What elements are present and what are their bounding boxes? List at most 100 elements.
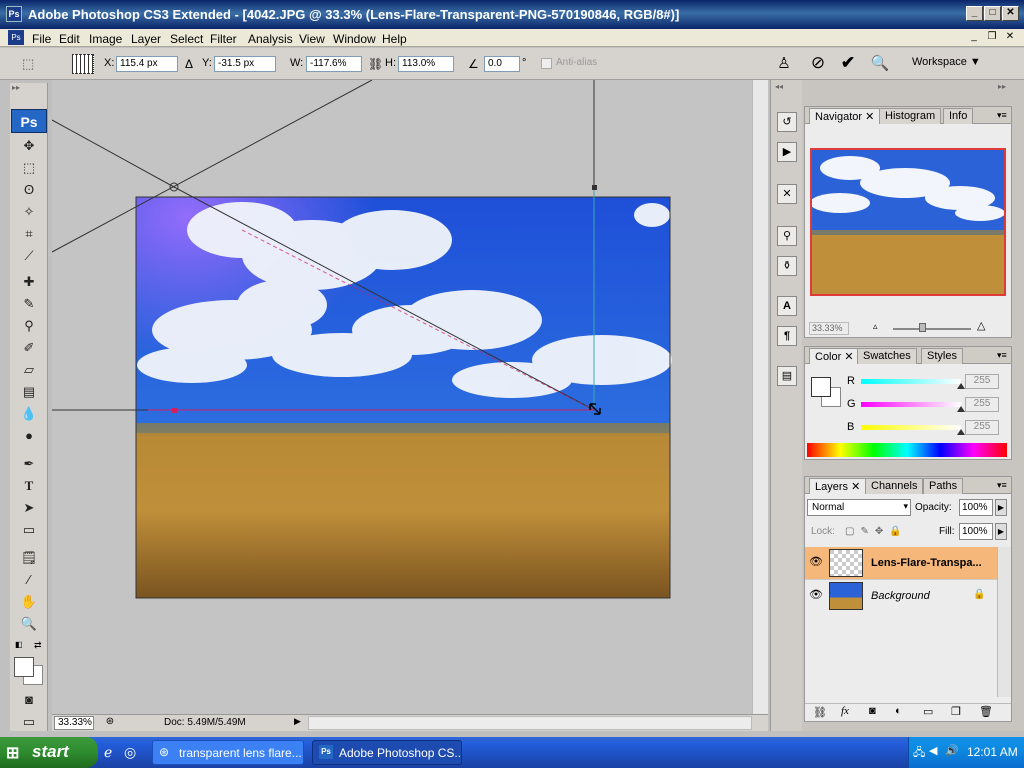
b-slider-thumb-icon[interactable] (957, 429, 965, 435)
swap-colors-icon[interactable]: ⇄ (34, 640, 44, 650)
zoom-slider[interactable] (893, 328, 971, 330)
menu-layer[interactable]: Layer (131, 32, 161, 46)
network-icon[interactable]: 🖧 (913, 744, 925, 763)
notes-tool-icon[interactable]: 🗒 (18, 549, 40, 567)
navigator-thumbnail[interactable] (810, 148, 1006, 296)
antialias-checkbox[interactable] (541, 58, 552, 69)
paragraph-panel-icon[interactable]: ¶ (777, 326, 797, 346)
tab-color[interactable]: Color ✕ (809, 348, 860, 364)
menu-image[interactable]: Image (89, 32, 122, 46)
b-slider[interactable] (861, 425, 961, 430)
path-selection-tool-icon[interactable]: ➤ (18, 499, 40, 517)
g-value[interactable]: 255 (965, 397, 999, 412)
taskbar-item-photoshop[interactable]: Ps Adobe Photoshop CS... (312, 740, 462, 765)
doc-restore-icon[interactable]: ❐ (984, 31, 1000, 45)
eraser-tool-icon[interactable]: ▱ (18, 361, 40, 379)
menu-view[interactable]: View (299, 32, 325, 46)
canvas-area[interactable] (52, 80, 752, 714)
y-field[interactable]: -31.5 px (214, 56, 276, 72)
x-field[interactable]: 115.4 px (116, 56, 178, 72)
navigator-zoom[interactable]: 33.33% (809, 322, 849, 335)
g-slider[interactable] (861, 402, 961, 407)
panels-grip-icon[interactable]: ▸▸ (998, 82, 1006, 91)
zoom-out-icon[interactable]: ▵ (873, 321, 878, 332)
toolbox-grip-icon[interactable]: ▸▸ (10, 83, 48, 93)
commit-transform-icon[interactable]: ✔ (838, 53, 858, 73)
g-slider-thumb-icon[interactable] (957, 406, 965, 412)
menu-edit[interactable]: Edit (59, 32, 80, 46)
menu-help[interactable]: Help (382, 32, 407, 46)
color-foreground-swatch[interactable] (811, 377, 831, 397)
tab-paths[interactable]: Paths (923, 478, 964, 494)
type-tool-icon[interactable]: T (18, 477, 40, 495)
tab-channels[interactable]: Channels (865, 478, 924, 494)
cancel-transform-icon[interactable]: ⊘ (808, 53, 828, 73)
volume-icon[interactable]: 🔊 (945, 744, 959, 757)
color-spectrum-bar[interactable] (807, 443, 1007, 457)
tray-expand-icon[interactable]: ◀ (929, 744, 937, 757)
character-panel-icon[interactable]: A (777, 296, 797, 316)
visibility-eye-icon[interactable]: 👁 (809, 588, 823, 601)
adjustment-layer-icon[interactable]: ◐ (895, 705, 902, 717)
fill-field[interactable]: 100% (959, 523, 993, 540)
minimize-button[interactable]: _ (966, 6, 983, 21)
zoom-tool-icon[interactable]: 🔍 (18, 615, 40, 633)
h-field[interactable]: 113.0% (398, 56, 454, 72)
visibility-eye-icon[interactable]: 👁 (809, 555, 823, 568)
layer-name[interactable]: Lens-Flare-Transpa... (871, 557, 982, 569)
tab-swatches[interactable]: Swatches (857, 348, 917, 364)
workspace-button[interactable]: Workspace ▼ (904, 54, 982, 72)
vertical-scrollbar[interactable] (752, 80, 768, 714)
layer-row-background[interactable]: 👁 Background 🔒 (805, 579, 997, 611)
layer-mask-icon[interactable]: ◙ (869, 705, 876, 717)
new-layer-icon[interactable]: ❐ (951, 705, 961, 718)
lasso-tool-icon[interactable]: ʘ (18, 181, 40, 199)
panel-menu-icon[interactable]: ▾≡ (997, 110, 1007, 121)
r-slider-thumb-icon[interactable] (957, 383, 965, 389)
crop-tool-icon[interactable]: ⌗ (18, 225, 40, 243)
dodge-tool-icon[interactable]: ● (18, 427, 40, 445)
doc-minimize-icon[interactable]: _ (966, 31, 982, 45)
zoom-in-icon[interactable]: △ (977, 319, 985, 332)
blur-tool-icon[interactable]: 💧 (18, 405, 40, 423)
quick-mask-icon[interactable]: ◙ (18, 691, 40, 709)
move-tool-icon[interactable]: ✥ (18, 137, 40, 155)
brushes-panel-icon[interactable]: ⚲ (777, 226, 797, 246)
eyedropper-tool-icon[interactable]: ⁄ (18, 571, 40, 589)
media-icon[interactable]: ◎ (124, 744, 136, 761)
fill-arrow-icon[interactable]: ▶ (995, 523, 1007, 540)
menu-filter[interactable]: Filter (210, 32, 237, 46)
doc-close-icon[interactable]: ✕ (1002, 31, 1018, 45)
screen-mode-icon[interactable]: ▭ (18, 713, 40, 731)
tab-styles[interactable]: Styles (921, 348, 963, 364)
tab-histogram[interactable]: Histogram (879, 108, 942, 124)
layer-comps-icon[interactable]: ▤ (777, 366, 797, 386)
marquee-tool-icon[interactable]: ⬚ (18, 159, 40, 177)
tab-layers[interactable]: Layers ✕ (809, 478, 867, 494)
healing-brush-tool-icon[interactable]: ✚ (18, 273, 40, 291)
color-panel-menu-icon[interactable]: ▾≡ (997, 350, 1007, 361)
status-options-icon[interactable]: ⊛ (102, 716, 118, 730)
layers-scrollbar[interactable] (997, 547, 1011, 697)
link-icon[interactable]: ⛓ (368, 57, 383, 71)
foreground-color-swatch[interactable] (14, 657, 34, 677)
gradient-tool-icon[interactable]: ▤ (18, 383, 40, 401)
magic-wand-tool-icon[interactable]: ✧ (18, 203, 40, 221)
document-canvas[interactable] (52, 80, 752, 714)
opacity-field[interactable]: 100% (959, 499, 993, 516)
status-menu-arrow-icon[interactable]: ▶ (294, 716, 306, 730)
ps-logo[interactable]: Ps (11, 109, 47, 133)
reference-point-icon[interactable] (72, 54, 94, 74)
w-field[interactable]: -117.6% (306, 56, 362, 72)
taskbar-item-browser[interactable]: ⊛ transparent lens flare... (152, 740, 304, 765)
transform-tool-icon[interactable]: ⬚ (22, 56, 42, 72)
pen-tool-icon[interactable]: ✒ (18, 455, 40, 473)
new-group-icon[interactable]: ▭ (923, 705, 933, 718)
maximize-button[interactable]: □ (984, 6, 1001, 21)
slice-tool-icon[interactable]: ⟋ (18, 247, 40, 265)
horizontal-scrollbar[interactable] (308, 716, 752, 730)
menu-select[interactable]: Select (170, 32, 203, 46)
angle-field[interactable]: 0.0 (484, 56, 520, 72)
r-slider[interactable] (861, 379, 961, 384)
layer-name[interactable]: Background (871, 590, 930, 602)
